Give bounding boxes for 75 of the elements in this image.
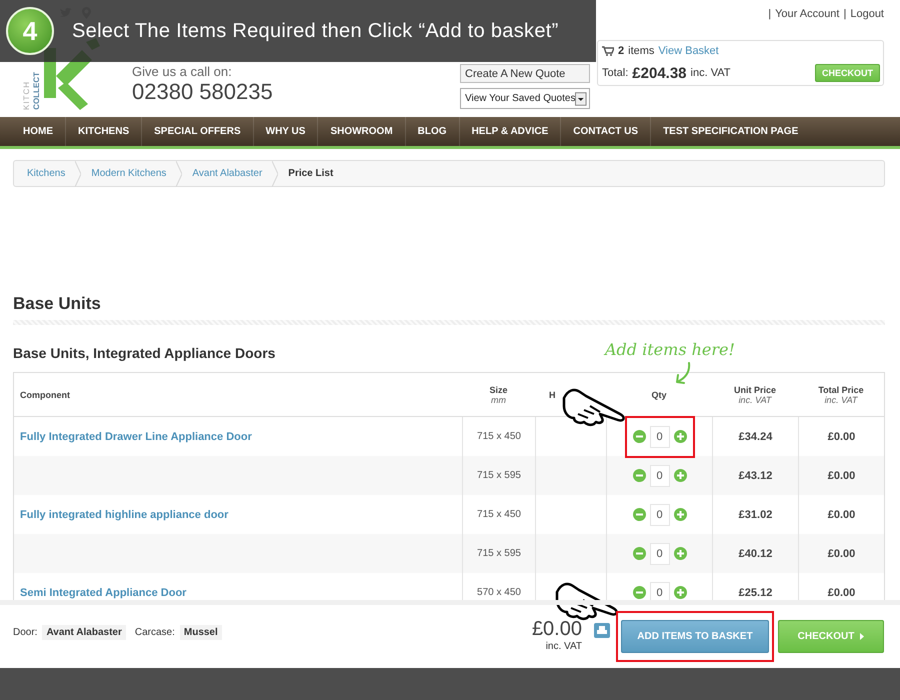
step-number: 4 <box>6 7 54 55</box>
plus-button-icon[interactable] <box>674 469 686 482</box>
account-link[interactable]: Your Account <box>775 8 840 20</box>
saved-quotes-select[interactable]: View Your Saved Quotes <box>460 88 590 109</box>
minus-button-icon[interactable] <box>632 586 646 599</box>
nav-item[interactable]: KITCHENS <box>65 117 142 146</box>
tutorial-instruction: Select The Items Required then Click “Add to basket” <box>72 20 559 42</box>
door-label: Door: <box>13 627 38 638</box>
separator-text: | <box>843 8 846 20</box>
caret-icon <box>860 633 864 640</box>
nav-item[interactable]: HELP & ADVICE <box>458 117 560 146</box>
component-link[interactable]: Semi Integrated Appliance Door <box>20 586 186 598</box>
total-price: £0.00 <box>828 548 856 560</box>
size-cell: 715 x 595 <box>462 456 535 495</box>
column-header: Unit Price inc. VAT <box>712 373 798 417</box>
footer-total: £0.00 <box>532 618 582 640</box>
unit-price: £31.02 <box>738 508 772 520</box>
create-quote-button[interactable]: Create A New Quote <box>460 64 590 83</box>
quantity-field[interactable]: 0 <box>650 426 670 448</box>
total-price: £0.00 <box>828 430 856 442</box>
phone-label: Give us a call on: <box>132 64 233 79</box>
minus-button-icon[interactable] <box>632 508 646 521</box>
carcase-label: Carcase: <box>134 627 175 638</box>
items-label: items <box>628 45 654 57</box>
minus-button-icon[interactable] <box>632 430 646 443</box>
unit-price: £25.12 <box>738 586 772 598</box>
nav-item[interactable]: SPECIAL OFFERS <box>141 117 253 146</box>
total-label: Total: <box>602 67 628 79</box>
quantity-field[interactable]: 0 <box>650 464 670 486</box>
minus-button-icon[interactable] <box>632 469 646 482</box>
breadcrumb-item: Price List <box>288 168 334 179</box>
plus-button-icon[interactable] <box>674 586 686 599</box>
size-cell: 570 x 450 <box>462 573 535 600</box>
column-header: Total Price inc. VAT <box>798 373 884 417</box>
unit-price: £40.12 <box>738 548 772 560</box>
door-value: Avant Alabaster <box>42 625 126 640</box>
annotation-text: Add items here! <box>605 340 735 359</box>
total-price: £0.00 <box>828 586 856 598</box>
carcase-value: Mussel <box>180 625 222 640</box>
print-icon[interactable] <box>594 623 610 638</box>
plus-button-icon[interactable] <box>674 508 686 521</box>
component-link[interactable]: Fully Integrated Drawer Line Appliance Door <box>20 430 252 442</box>
unit-price: £43.12 <box>738 470 772 482</box>
quantity-field[interactable]: 0 <box>650 542 670 564</box>
vat-label: inc. VAT <box>690 67 730 79</box>
vat-label: inc. VAT <box>546 640 582 652</box>
nav-item[interactable]: SHOWROOM <box>317 117 405 146</box>
phone-number: 02380 580235 <box>132 79 273 105</box>
subsection-title: Base Units, Integrated Appliance Doors <box>13 344 276 363</box>
total-price: £0.00 <box>828 508 856 520</box>
unit-price: £34.24 <box>738 430 772 442</box>
logo-text: COLLECT <box>32 72 42 110</box>
view-basket-link[interactable]: View Basket <box>658 45 719 57</box>
nav-item[interactable]: CONTACT US <box>560 117 650 146</box>
column-header: Component <box>14 373 462 417</box>
total-price: £0.00 <box>828 470 856 482</box>
component-link[interactable]: Fully integrated highline appliance door <box>20 508 228 520</box>
quantity-field[interactable]: 0 <box>650 504 670 526</box>
column-header: Size mm <box>462 373 535 417</box>
item-count: 2 <box>618 45 624 57</box>
minus-button-icon[interactable] <box>632 547 646 560</box>
size-cell: 715 x 595 <box>462 534 535 573</box>
account-link[interactable]: Logout <box>850 8 884 20</box>
nav-item[interactable]: BLOG <box>404 117 459 146</box>
separator-text: | <box>768 8 772 20</box>
quantity-field[interactable]: 0 <box>650 582 670 600</box>
nav-item[interactable]: WHY US <box>252 117 318 146</box>
logo-text: KITCH <box>22 81 32 110</box>
nav-item[interactable]: TEST SPECIFICATION PAGE <box>650 117 810 146</box>
plus-button-icon[interactable] <box>674 547 686 560</box>
basket-total: £204.38 <box>632 64 687 82</box>
plus-button-icon[interactable] <box>674 430 686 443</box>
section-title: Base Units <box>13 294 102 314</box>
cart-icon <box>602 46 614 56</box>
nav-item[interactable]: HOME <box>11 117 65 146</box>
